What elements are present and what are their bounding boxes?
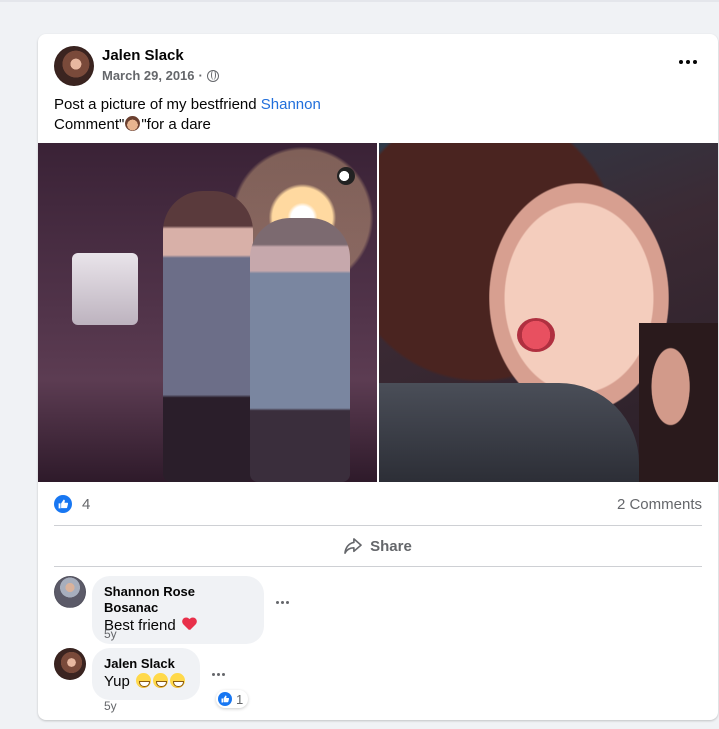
post-stats: 4 2 Comments: [54, 492, 702, 516]
comment-timestamp[interactable]: 5y: [104, 699, 117, 713]
post-photo-1[interactable]: [38, 143, 377, 482]
like-icon: [218, 692, 232, 706]
author-name[interactable]: Jalen Slack: [102, 47, 184, 64]
share-arrow-icon: [344, 538, 362, 554]
grin-emoji-icon: [136, 673, 152, 688]
grin-emoji-icon: [153, 673, 169, 688]
comment-item: Jalen Slack Yup 1 5y: [54, 648, 702, 713]
post-meta: March 29, 2016 ·: [102, 68, 219, 83]
commenter-avatar[interactable]: [54, 648, 86, 680]
comment-bubble: Jalen Slack Yup: [92, 648, 200, 700]
comment-text: Best friend: [104, 616, 252, 636]
divider: [54, 525, 702, 526]
more-horizontal-icon[interactable]: [674, 54, 702, 70]
divider: [54, 566, 702, 567]
comment-timestamp[interactable]: 5y: [104, 627, 117, 641]
commenter-avatar[interactable]: [54, 576, 86, 608]
photo-grid: [38, 143, 718, 482]
comment-item: Shannon Rose Bosanac Best friend 5y: [54, 576, 702, 644]
comment-reaction-count: 1: [236, 691, 244, 707]
share-button[interactable]: Share: [54, 529, 702, 563]
globe-icon[interactable]: [206, 69, 219, 82]
reaction-summary[interactable]: 4: [54, 495, 90, 513]
commenter-name[interactable]: Shannon Rose Bosanac: [104, 584, 252, 616]
reaction-count: 4: [82, 495, 91, 513]
post-text: Post a picture of my bestfriend Shannon …: [54, 95, 321, 135]
top-border: [0, 0, 719, 2]
comment-text: Yup: [104, 672, 188, 692]
commenter-name[interactable]: Jalen Slack: [104, 656, 188, 672]
author-avatar[interactable]: [54, 46, 94, 86]
comment-more-icon[interactable]: [206, 668, 230, 680]
post-header: Jalen Slack March 29, 2016 ·: [54, 46, 702, 86]
post-text-line2: Comment" "for a dare: [54, 116, 211, 133]
post-photo-2[interactable]: [379, 143, 718, 482]
post-card: Jalen Slack March 29, 2016 · Post a pict…: [38, 34, 718, 720]
meta-separator: ·: [198, 68, 203, 83]
face-emoji-icon: [125, 116, 141, 131]
comments-count-link[interactable]: 2 Comments: [617, 496, 702, 513]
like-icon: [54, 495, 72, 513]
heart-emoji-icon: [182, 617, 197, 631]
comment-bubble: Shannon Rose Bosanac Best friend: [92, 576, 264, 644]
post-date[interactable]: March 29, 2016: [102, 68, 195, 83]
post-text-line1: Post a picture of my bestfriend Shannon: [54, 96, 321, 113]
grin-emoji-icon: [170, 673, 186, 688]
tagged-user-link[interactable]: Shannon: [261, 96, 321, 113]
comment-more-icon[interactable]: [270, 596, 294, 608]
comment-reaction-badge[interactable]: 1: [216, 690, 249, 708]
share-label: Share: [370, 537, 412, 555]
